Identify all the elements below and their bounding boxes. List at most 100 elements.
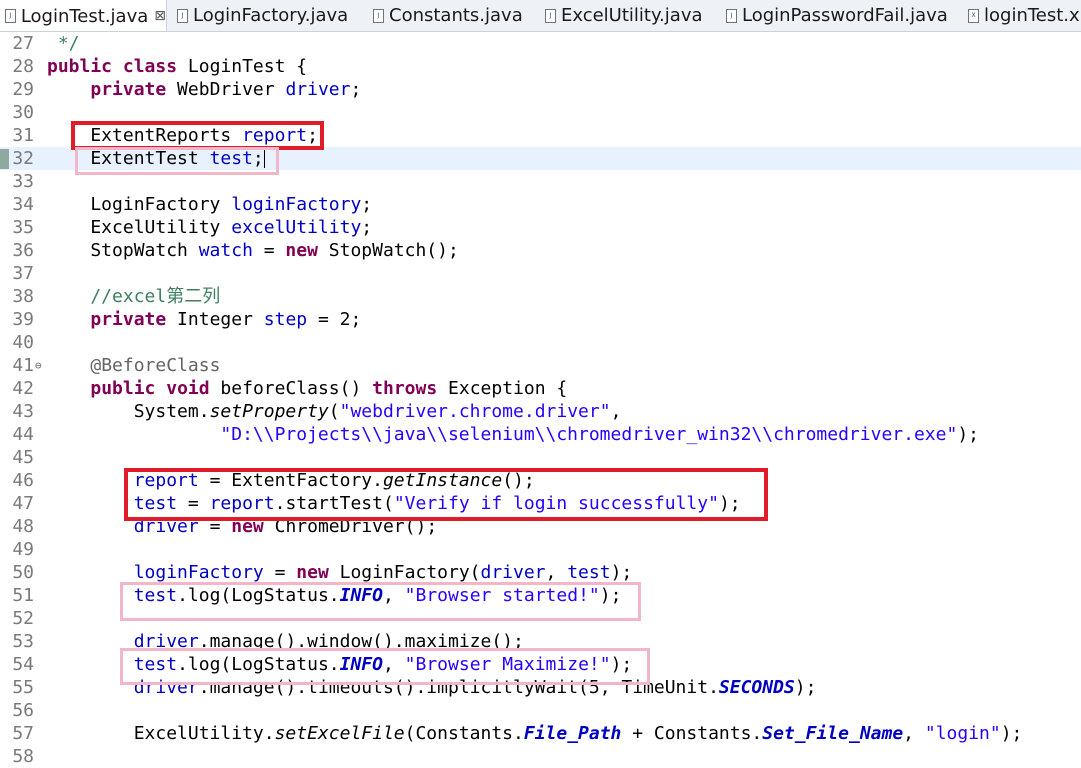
code-token: ;	[361, 194, 373, 215]
code-token: System.	[47, 401, 210, 422]
code-token: =	[252, 240, 286, 261]
code-token: "D:\\Projects\\java\\selenium\\chromedri…	[220, 424, 958, 445]
line-number: 44	[12, 424, 34, 445]
code-text: System.setProperty("webdriver.chrome.dri…	[47, 400, 622, 423]
java-file-icon: J	[726, 8, 737, 23]
tab-label: Constants.java	[389, 5, 523, 26]
java-file-icon: J	[177, 8, 188, 23]
java-file-icon: J	[373, 8, 384, 23]
code-line-27[interactable]: 27 */	[0, 32, 1081, 55]
code-line-44[interactable]: 44 "D:\\Projects\\java\\selenium\\chrome…	[0, 423, 1081, 446]
code-line-28[interactable]: 28 public class LoginTest {	[0, 55, 1081, 78]
code-token: new	[285, 240, 318, 261]
highlight-box-lines-46-47	[124, 468, 768, 521]
line-number: 36	[12, 240, 34, 261]
code-token: //excel第二列	[47, 286, 221, 307]
code-token: ,	[610, 401, 622, 422]
code-line-37[interactable]: 37	[0, 262, 1081, 285]
tab-logintest-java[interactable]: J LoginTest.java ⊠	[0, 0, 167, 31]
line-number: 31	[12, 125, 34, 146]
line-number: 47	[12, 493, 34, 514]
code-token: LoginTest {	[177, 56, 308, 77]
code-token: throws	[372, 378, 438, 399]
code-token: watch	[198, 240, 253, 261]
line-number: 30	[12, 102, 34, 123]
code-text: */	[47, 32, 80, 55]
code-line-42[interactable]: 42 public void beforeClass() throws Exce…	[0, 377, 1081, 400]
code-line-50[interactable]: 50 loginFactory = new LoginFactory(drive…	[0, 561, 1081, 584]
code-token: private	[90, 309, 167, 330]
line-number: 41	[12, 355, 34, 376]
line-number: 37	[12, 263, 34, 284]
code-token: Set_File_Name	[762, 723, 904, 744]
code-token: public	[90, 378, 156, 399]
code-token: =	[263, 562, 297, 583]
code-text: ExcelUtility.setExcelFile(Constants.File…	[47, 722, 1023, 745]
tab-label: ExcelUtility.java	[561, 5, 703, 26]
line-number: 51	[12, 585, 34, 606]
code-line-35[interactable]: 35 ExcelUtility excelUtility;	[0, 216, 1081, 239]
code-token: void	[166, 378, 210, 399]
code-token: "webdriver.chrome.driver"	[339, 401, 611, 422]
code-token: @BeforeClass	[90, 355, 221, 376]
code-token: ;	[350, 79, 362, 100]
code-token: excelUtility	[231, 217, 362, 238]
code-token: );	[957, 424, 979, 445]
line-number: 34	[12, 194, 34, 215]
line-number: 54	[12, 654, 34, 675]
code-text: public class LoginTest {	[47, 55, 307, 78]
code-token: step	[263, 309, 308, 330]
code-line-45[interactable]: 45	[0, 446, 1081, 469]
code-line-29[interactable]: 29 private WebDriver driver;	[0, 78, 1081, 101]
line-number: 42	[12, 378, 34, 399]
line-number: 32	[12, 148, 34, 169]
fold-toggle-icon[interactable]: ⊖	[35, 354, 42, 377]
code-line-38[interactable]: 38 //excel第二列	[0, 285, 1081, 308]
code-text: ExcelUtility excelUtility;	[47, 216, 372, 239]
code-text: LoginFactory loginFactory;	[47, 193, 372, 216]
line-number: 49	[12, 539, 34, 560]
code-text: private Integer step = 2;	[47, 308, 361, 331]
code-token: setProperty	[209, 401, 329, 422]
code-token: beforeClass()	[209, 378, 373, 399]
tab-loginfactory-java[interactable]: J LoginFactory.java	[172, 0, 348, 31]
code-line-41[interactable]: 41 ⊖ @BeforeClass	[0, 354, 1081, 377]
highlight-box-line-31	[71, 121, 324, 150]
tab-logintest-xml[interactable]: X loginTest.xml	[963, 0, 1081, 31]
line-number: 46	[12, 470, 34, 491]
code-line-56[interactable]: 56	[0, 699, 1081, 722]
code-token: loginFactory	[231, 194, 362, 215]
code-line-39[interactable]: 39 private Integer step = 2;	[0, 308, 1081, 331]
line-number: 38	[12, 286, 34, 307]
close-tab-icon[interactable]: ⊠	[154, 8, 166, 24]
tab-constants-java[interactable]: J Constants.java	[368, 0, 523, 31]
code-line-40[interactable]: 40	[0, 331, 1081, 354]
tab-loginpasswordfail-java[interactable]: J LoginPasswordFail.java	[721, 0, 948, 31]
highlight-box-line-32	[75, 147, 279, 175]
code-line-43[interactable]: 43 System.setProperty("webdriver.chrome.…	[0, 400, 1081, 423]
code-line-34[interactable]: 34 LoginFactory loginFactory;	[0, 193, 1081, 216]
code-line-36[interactable]: 36 StopWatch watch = new StopWatch();	[0, 239, 1081, 262]
code-token: StopWatch();	[317, 240, 459, 261]
code-line-57[interactable]: 57 ExcelUtility.setExcelFile(Constants.F…	[0, 722, 1081, 745]
code-token: driver	[480, 562, 546, 583]
code-token: StopWatch	[47, 240, 199, 261]
xml-file-icon: X	[968, 8, 979, 23]
tab-excelutility-java[interactable]: J ExcelUtility.java	[540, 0, 703, 31]
code-text: StopWatch watch = new StopWatch();	[47, 239, 459, 262]
code-token: setExcelFile	[274, 723, 405, 744]
code-token: Exception {	[437, 378, 568, 399]
line-number: 39	[12, 309, 34, 330]
code-line-49[interactable]: 49	[0, 538, 1081, 561]
code-token: (Constants.	[404, 723, 524, 744]
